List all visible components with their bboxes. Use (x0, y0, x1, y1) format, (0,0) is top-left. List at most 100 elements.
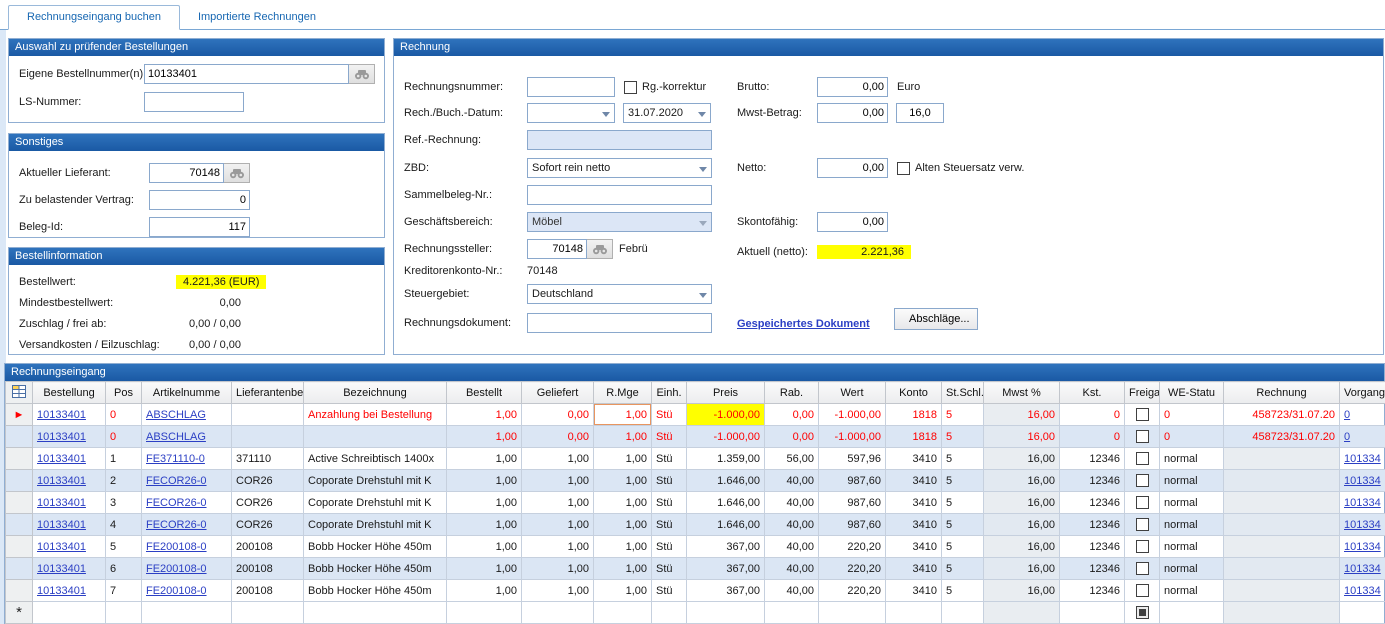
cell-rmge[interactable]: 1,00 (594, 470, 652, 492)
beleg-id-input[interactable] (149, 217, 250, 237)
cell-rmge[interactable]: 1,00 (594, 536, 652, 558)
cell-rmge[interactable]: 1,00 (594, 558, 652, 580)
row-selector[interactable] (6, 426, 33, 448)
brutto-input[interactable] (817, 77, 888, 97)
link-bestellung[interactable]: 10133401 (37, 563, 86, 575)
bestellnummer-search-button[interactable] (349, 64, 375, 84)
col-header-bezeichnung[interactable]: Bezeichnung (304, 382, 447, 404)
col-header-lieferant[interactable]: Lieferantenbe (232, 382, 304, 404)
skontofaehig-input[interactable] (817, 212, 888, 232)
row-selector[interactable] (6, 580, 33, 602)
abschlaege-button[interactable]: Abschläge... (894, 308, 978, 330)
row-selector[interactable] (6, 448, 33, 470)
link-artikel[interactable]: FECOR26-0 (146, 497, 207, 509)
row-selector[interactable] (6, 470, 33, 492)
cell-rmge[interactable]: 1,00 (594, 426, 652, 448)
link-artikel[interactable]: ABSCHLAG (146, 431, 206, 443)
link-vorgang[interactable]: 101334 (1344, 585, 1381, 597)
bestellnummer-input[interactable] (144, 64, 349, 84)
freigabe-checkbox[interactable] (1136, 606, 1149, 619)
col-header-konto[interactable]: Konto (886, 382, 942, 404)
col-header-mwst[interactable]: Mwst % (984, 382, 1060, 404)
link-vorgang[interactable]: 101334 (1344, 475, 1381, 487)
cell-rmge[interactable] (594, 602, 652, 624)
link-artikel[interactable]: FE200108-0 (146, 563, 207, 575)
cell-rmge[interactable]: 1,00 (594, 514, 652, 536)
link-bestellung[interactable]: 10133401 (37, 475, 86, 487)
steuersatz-input[interactable] (896, 103, 944, 123)
gespeichertes-dokument-link[interactable]: Gespeichertes Dokument (737, 318, 870, 330)
cell-rmge[interactable]: 1,00 (594, 448, 652, 470)
col-header-geliefert[interactable]: Geliefert (522, 382, 594, 404)
col-header-preis[interactable]: Preis (687, 382, 765, 404)
link-vorgang[interactable]: 0 (1344, 409, 1350, 421)
freigabe-checkbox[interactable] (1136, 540, 1149, 553)
link-vorgang[interactable]: 101334 (1344, 541, 1381, 553)
col-header-bestellung[interactable]: Bestellung (33, 382, 106, 404)
col-header-pos[interactable]: Pos (106, 382, 142, 404)
link-artikel[interactable]: FE371110-0 (146, 453, 205, 465)
link-vorgang[interactable]: 101334 (1344, 497, 1381, 509)
sammelbeleg-input[interactable] (527, 185, 712, 205)
link-vorgang[interactable]: 0 (1344, 431, 1350, 443)
link-bestellung[interactable]: 10133401 (37, 409, 86, 421)
link-vorgang[interactable]: 101334 (1344, 453, 1381, 465)
tab-rechnungseingang-buchen[interactable]: Rechnungseingang buchen (8, 5, 180, 30)
freigabe-checkbox[interactable] (1136, 430, 1149, 443)
link-artikel[interactable]: FE200108-0 (146, 585, 207, 597)
tab-importierte-rechnungen[interactable]: Importierte Rechnungen (180, 6, 334, 29)
link-bestellung[interactable]: 10133401 (37, 519, 86, 531)
link-vorgang[interactable]: 101334 (1344, 563, 1381, 575)
link-bestellung[interactable]: 10133401 (37, 431, 86, 443)
freigabe-checkbox[interactable] (1136, 474, 1149, 487)
freigabe-checkbox[interactable] (1136, 584, 1149, 597)
rechnungssteller-input[interactable] (527, 239, 587, 259)
vertrag-input[interactable] (149, 190, 250, 210)
lieferant-input[interactable] (149, 163, 224, 183)
col-header-rechnung[interactable]: Rechnung (1224, 382, 1340, 404)
link-artikel[interactable]: ABSCHLAG (146, 409, 206, 421)
rechnungsdatum-dropdown[interactable] (527, 103, 615, 123)
freigabe-checkbox[interactable] (1136, 562, 1149, 575)
rechnungssteller-search-button[interactable] (587, 239, 613, 259)
netto-input[interactable] (817, 158, 888, 178)
freigabe-checkbox[interactable] (1136, 518, 1149, 531)
ls-nummer-input[interactable] (144, 92, 244, 112)
cell-rmge[interactable]: 1,00 (594, 404, 652, 426)
steuergebiet-dropdown[interactable]: Deutschland (527, 284, 712, 304)
col-header-rab[interactable]: Rab. (765, 382, 819, 404)
new-row-indicator[interactable]: * (6, 602, 33, 624)
freigabe-checkbox[interactable] (1136, 408, 1149, 421)
alter-steuersatz-checkbox[interactable] (897, 162, 910, 175)
col-header-kst[interactable]: Kst. (1060, 382, 1125, 404)
link-bestellung[interactable]: 10133401 (37, 585, 86, 597)
link-bestellung[interactable]: 10133401 (37, 541, 86, 553)
rechnungsdokument-input[interactable] (527, 313, 712, 333)
cell-rmge[interactable]: 1,00 (594, 580, 652, 602)
lieferant-search-button[interactable] (224, 163, 250, 183)
row-selector[interactable] (6, 558, 33, 580)
freigabe-checkbox[interactable] (1136, 496, 1149, 509)
col-header-freiga[interactable]: Freiga (1125, 382, 1160, 404)
rechnungsnummer-input[interactable] (527, 77, 615, 97)
col-header-stschl[interactable]: St.Schl. (942, 382, 984, 404)
row-selector[interactable] (6, 492, 33, 514)
mwst-betrag-input[interactable] (817, 103, 888, 123)
col-header-vorgang[interactable]: Vorgangs-Nr (1340, 382, 1385, 404)
col-header-artikel[interactable]: Artikelnumme (142, 382, 232, 404)
rg-korrektur-checkbox[interactable] (624, 81, 637, 94)
col-header-rmge[interactable]: R.Mge (594, 382, 652, 404)
freigabe-checkbox[interactable] (1136, 452, 1149, 465)
link-artikel[interactable]: FE200108-0 (146, 541, 207, 553)
col-header-bestellt[interactable]: Bestellt (447, 382, 522, 404)
col-header-wert[interactable]: Wert (819, 382, 886, 404)
cell-rmge[interactable]: 1,00 (594, 492, 652, 514)
col-header-westatus[interactable]: WE-Statu (1160, 382, 1224, 404)
row-selector[interactable] (6, 514, 33, 536)
buchungsdatum-dropdown[interactable]: 31.07.2020 (623, 103, 711, 123)
link-bestellung[interactable]: 10133401 (37, 497, 86, 509)
link-bestellung[interactable]: 10133401 (37, 453, 86, 465)
zbd-dropdown[interactable]: Sofort rein netto (527, 158, 712, 178)
link-vorgang[interactable]: 101334 (1344, 519, 1381, 531)
link-artikel[interactable]: FECOR26-0 (146, 519, 207, 531)
